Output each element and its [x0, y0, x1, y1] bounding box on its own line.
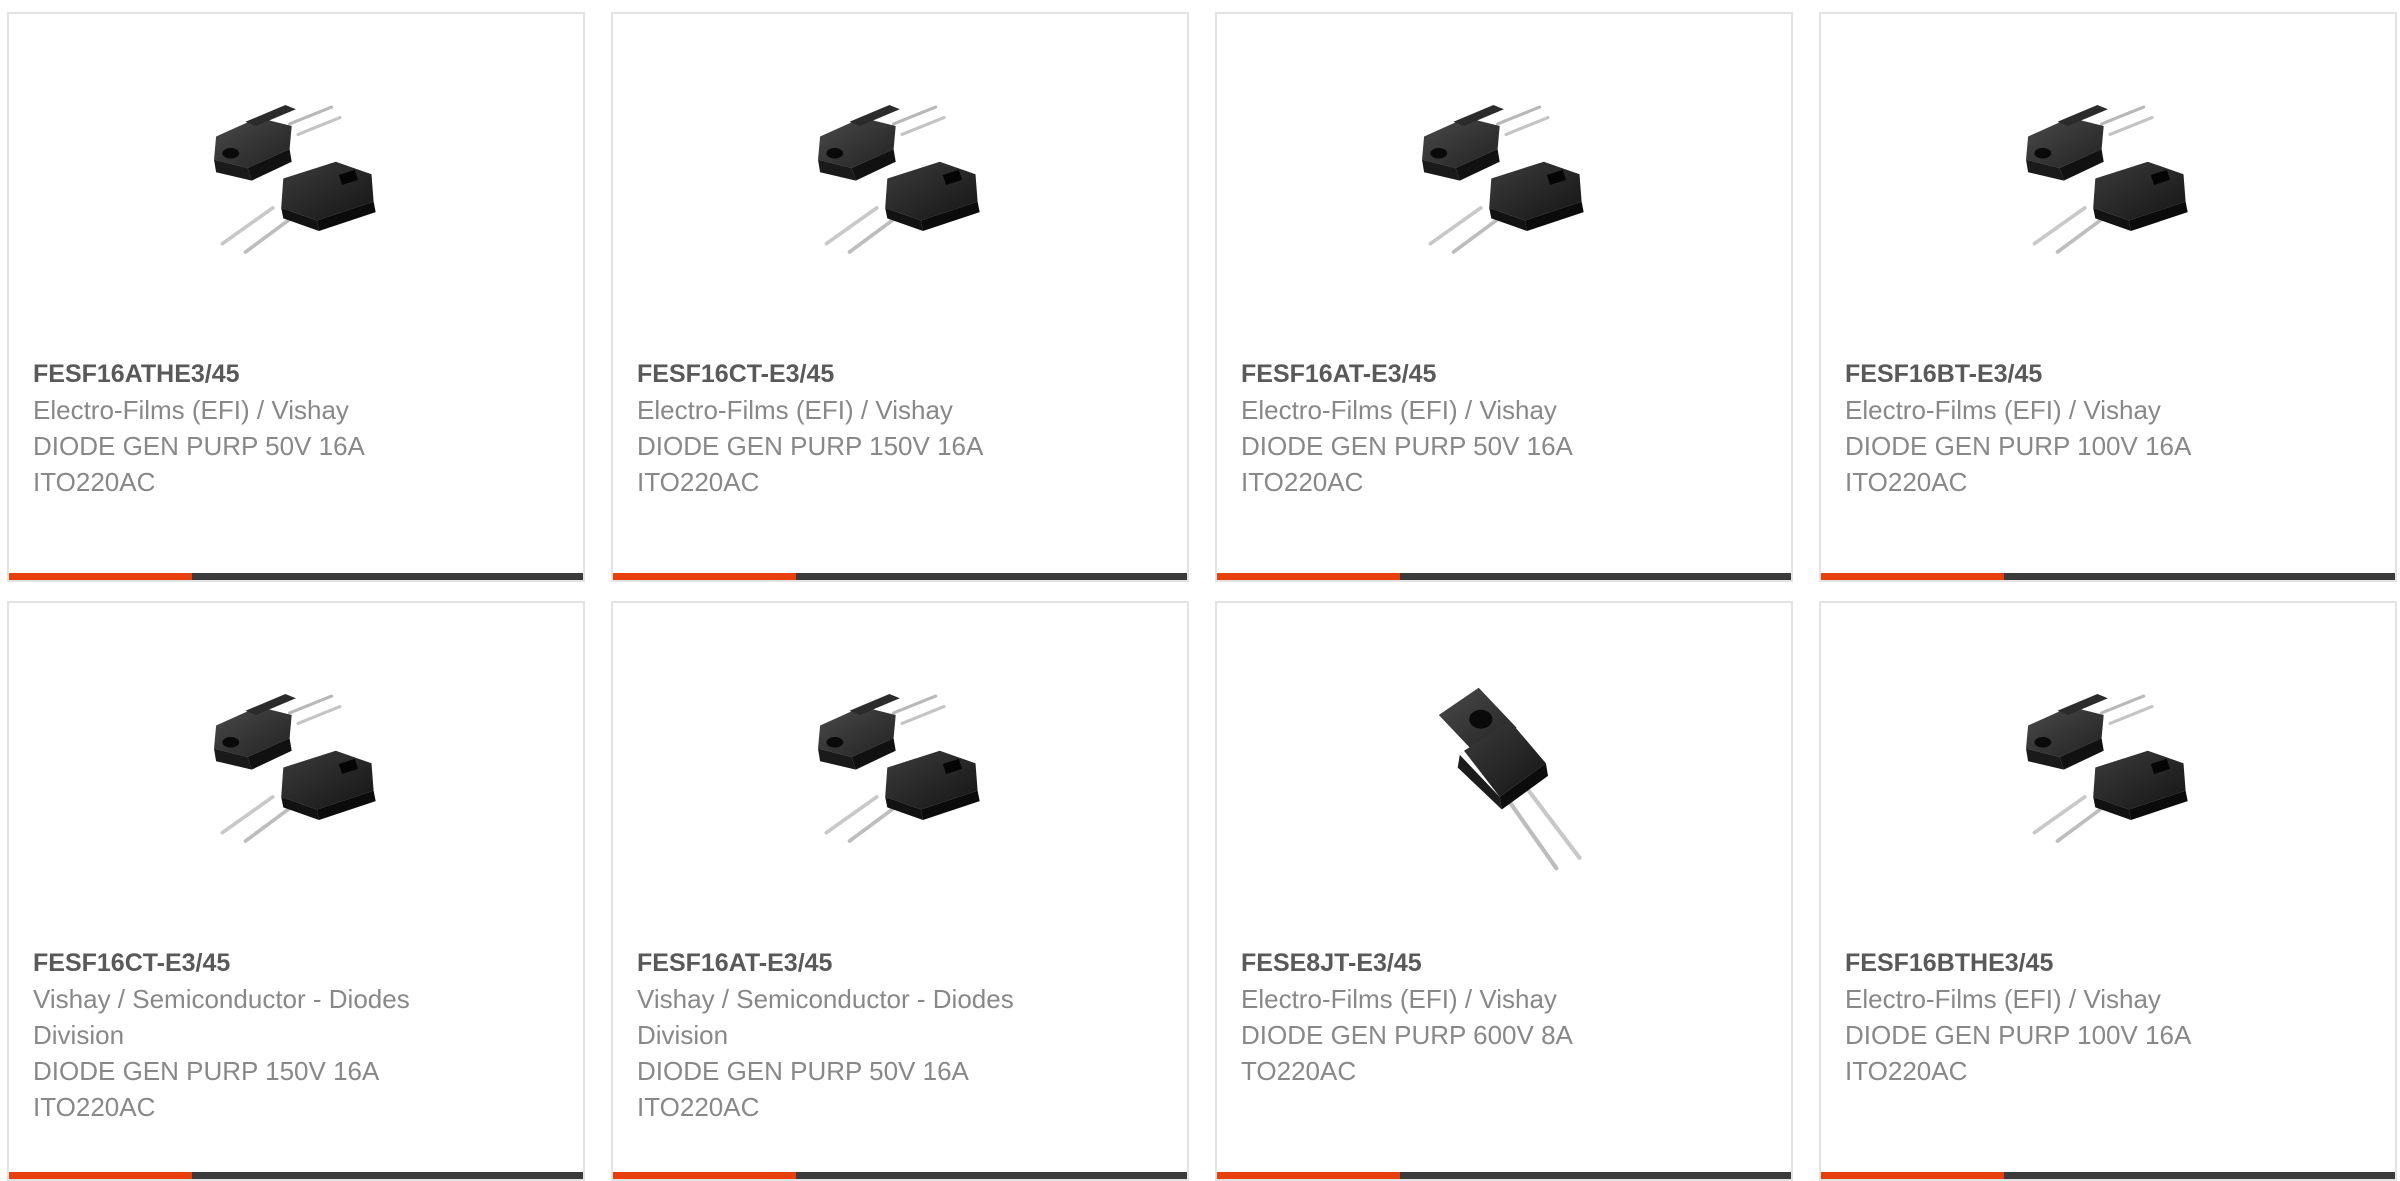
card-bottom-bar — [9, 573, 583, 580]
part-number[interactable]: FESF16AT-E3/45 — [637, 945, 1117, 981]
manufacturer: Vishay / Semiconductor - Diodes — [33, 984, 410, 1014]
diode-pair-ito220ac-icon — [212, 692, 378, 843]
card-bottom-bar — [1821, 1172, 2395, 1179]
manufacturer-continued: Division — [33, 1020, 125, 1050]
product-grid: FESF16ATHE3/45 Electro-Films (EFI) / Vis… — [0, 0, 2400, 1181]
product-image[interactable] — [2005, 673, 2215, 883]
part-number[interactable]: FESF16BTHE3/45 — [1845, 945, 2325, 981]
product-card[interactable]: FESF16BTHE3/45 Electro-Films (EFI) / Vis… — [1819, 601, 2397, 1181]
product-card[interactable]: FESE8JT-E3/45 Electro-Films (EFI) / Vish… — [1215, 601, 1793, 1181]
card-accent-bar — [9, 573, 192, 580]
description: DIODE GEN PURP 600V 8A — [1241, 1020, 1573, 1050]
card-bottom-bar — [9, 1172, 583, 1179]
package: ITO220AC — [33, 467, 156, 497]
product-card[interactable]: FESF16CT-E3/45 Vishay / Semiconductor - … — [7, 601, 585, 1181]
manufacturer: Electro-Films (EFI) / Vishay — [1241, 984, 1557, 1014]
part-number[interactable]: FESE8JT-E3/45 — [1241, 945, 1721, 981]
card-bottom-bar — [613, 573, 1187, 580]
card-accent-bar — [1821, 1172, 2004, 1179]
card-accent-bar — [613, 1172, 796, 1179]
product-card[interactable]: FESF16BT-E3/45 Electro-Films (EFI) / Vis… — [1819, 12, 2397, 582]
card-bottom-bar — [1217, 1172, 1791, 1179]
product-card[interactable]: FESF16CT-E3/45 Electro-Films (EFI) / Vis… — [611, 12, 1189, 582]
diode-pair-ito220ac-icon — [2024, 103, 2190, 254]
package: ITO220AC — [637, 1092, 760, 1122]
manufacturer: Electro-Films (EFI) / Vishay — [637, 395, 953, 425]
product-image[interactable] — [797, 673, 1007, 883]
diode-pair-ito220ac-icon — [816, 692, 982, 843]
manufacturer: Vishay / Semiconductor - Diodes — [637, 984, 1014, 1014]
description: DIODE GEN PURP 50V 16A — [1241, 431, 1573, 461]
manufacturer: Electro-Films (EFI) / Vishay — [1845, 395, 2161, 425]
card-bottom-bar — [1821, 573, 2395, 580]
diode-single-to220ac-icon — [1401, 673, 1611, 883]
part-number[interactable]: FESF16AT-E3/45 — [1241, 356, 1721, 392]
card-bottom-bar — [1217, 573, 1791, 580]
product-card[interactable]: FESF16AT-E3/45 Vishay / Semiconductor - … — [611, 601, 1189, 1181]
product-image[interactable] — [797, 84, 1007, 294]
diode-pair-ito220ac-icon — [1420, 103, 1586, 254]
description: DIODE GEN PURP 50V 16A — [637, 1056, 969, 1086]
package: ITO220AC — [33, 1092, 156, 1122]
manufacturer: Electro-Films (EFI) / Vishay — [1241, 395, 1557, 425]
product-image[interactable] — [1401, 84, 1611, 294]
card-accent-bar — [1217, 573, 1400, 580]
manufacturer-continued: Division — [637, 1020, 729, 1050]
description: DIODE GEN PURP 150V 16A — [33, 1056, 380, 1086]
package: ITO220AC — [1845, 1056, 1968, 1086]
diode-pair-ito220ac-icon — [2024, 692, 2190, 843]
diode-pair-ito220ac-icon — [212, 103, 378, 254]
diode-pair-ito220ac-icon — [816, 103, 982, 254]
package: ITO220AC — [1845, 467, 1968, 497]
package: ITO220AC — [1241, 467, 1364, 497]
manufacturer: Electro-Films (EFI) / Vishay — [1845, 984, 2161, 1014]
card-bottom-bar — [613, 1172, 1187, 1179]
product-image[interactable] — [1401, 673, 1611, 883]
product-card[interactable]: FESF16ATHE3/45 Electro-Films (EFI) / Vis… — [7, 12, 585, 582]
description: DIODE GEN PURP 100V 16A — [1845, 431, 2192, 461]
card-accent-bar — [1821, 573, 2004, 580]
part-number[interactable]: FESF16CT-E3/45 — [637, 356, 1117, 392]
description: DIODE GEN PURP 100V 16A — [1845, 1020, 2192, 1050]
card-accent-bar — [9, 1172, 192, 1179]
part-number[interactable]: FESF16ATHE3/45 — [33, 356, 513, 392]
description: DIODE GEN PURP 50V 16A — [33, 431, 365, 461]
package: ITO220AC — [637, 467, 760, 497]
manufacturer: Electro-Films (EFI) / Vishay — [33, 395, 349, 425]
description: DIODE GEN PURP 150V 16A — [637, 431, 984, 461]
package: TO220AC — [1241, 1056, 1357, 1086]
card-accent-bar — [613, 573, 796, 580]
product-image[interactable] — [2005, 84, 2215, 294]
product-image[interactable] — [193, 673, 403, 883]
product-image[interactable] — [193, 84, 403, 294]
card-accent-bar — [1217, 1172, 1400, 1179]
part-number[interactable]: FESF16BT-E3/45 — [1845, 356, 2325, 392]
product-card[interactable]: FESF16AT-E3/45 Electro-Films (EFI) / Vis… — [1215, 12, 1793, 582]
part-number[interactable]: FESF16CT-E3/45 — [33, 945, 513, 981]
